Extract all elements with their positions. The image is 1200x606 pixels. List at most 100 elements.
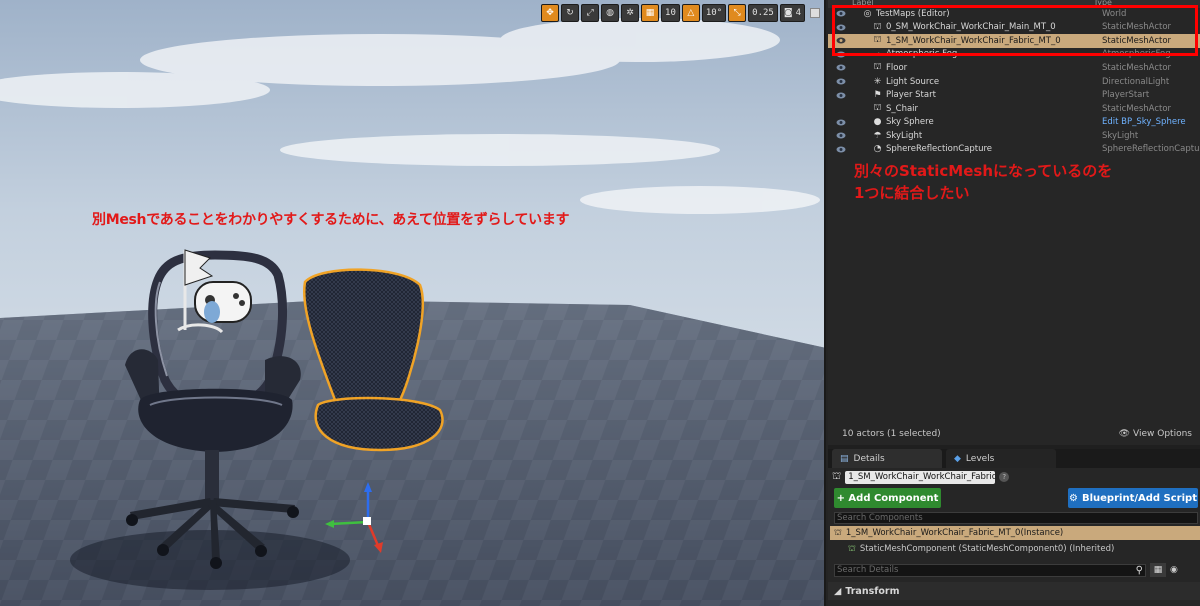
viewport-annotation: 別Meshであることをわかりやすくするために、あえて位置をずらしています xyxy=(92,212,570,228)
search-icon[interactable]: ⚲ xyxy=(1136,565,1143,576)
rotation-snap-toggle[interactable]: △ xyxy=(681,4,700,22)
outliner-row-type: StaticMeshActor xyxy=(1102,35,1172,46)
static-mesh-icon: ⛫ xyxy=(873,21,882,32)
outliner-row[interactable]: ⛫ S_Chair StaticMeshActor xyxy=(828,102,1200,116)
visibility-eye-icon[interactable] xyxy=(836,132,846,139)
outliner-row-label: Floor xyxy=(886,62,908,73)
outliner-row[interactable]: ◔ SphereReflectionCapture SphereReflection… xyxy=(828,143,1200,157)
camera-speed-button[interactable]: ◙ 4 xyxy=(779,4,805,22)
blueprint-add-script-label: Blueprint/Add Script xyxy=(1081,492,1197,504)
player-start-icon: ⚑ xyxy=(873,90,882,101)
outliner-row-type: StaticMeshActor xyxy=(1102,103,1172,114)
annotation-line-2: 1つに結合したい xyxy=(854,184,970,202)
coordinate-space-button[interactable]: ◍ xyxy=(601,4,620,22)
collapse-arrow-icon: ◢ xyxy=(834,585,842,597)
edit-blueprint-link[interactable]: Edit BP_Sky_Sphere xyxy=(1102,117,1186,127)
world-outliner: Label Type ◎ TestMaps (Editor) World ⛫ 0_SM_… xyxy=(828,0,1200,445)
static-mesh-component-icon: ⛫ xyxy=(848,543,856,554)
visibility-eye-icon[interactable] xyxy=(836,146,846,153)
actor-count: 10 actors (1 selected) xyxy=(842,429,941,439)
outliner-row[interactable]: ☂ SkyLight SkyLight xyxy=(828,129,1200,143)
view-options-label: View Options xyxy=(1133,429,1192,439)
eye-icon[interactable]: ◉ xyxy=(1170,565,1178,575)
outliner-row-type: AtmosphericFog xyxy=(1102,49,1171,60)
outliner-row-label: 1_SM_WorkChair_WorkChair_Fabric_MT_0 xyxy=(886,35,1061,46)
scale-snap-toggle[interactable]: ⤡ xyxy=(728,4,747,22)
outliner-row[interactable]: ⛫ Floor StaticMeshActor xyxy=(828,61,1200,75)
grid-icon: ▦ xyxy=(645,8,655,18)
move-icon: ✥ xyxy=(546,8,554,18)
search-details-placeholder: Search Details xyxy=(837,564,899,575)
outliner-row-label: Atmospheric Fog xyxy=(886,49,958,60)
tab-details[interactable]: ▤ Details xyxy=(832,449,942,468)
camera-icon: ◙ xyxy=(783,8,793,18)
scale-snap-icon: ⤡ xyxy=(733,8,741,18)
outliner-row[interactable]: ⛫ 1_SM_WorkChair_WorkChair_Fabric_MT_0 Sta… xyxy=(828,34,1200,48)
surface-snap-button[interactable]: ✲ xyxy=(621,4,640,22)
globe-icon: ◍ xyxy=(606,8,614,18)
view-options-button[interactable]: 👁 View Options xyxy=(1119,429,1192,439)
visibility-eye-icon[interactable] xyxy=(836,51,846,58)
viewport-toolbar: ✥ ↻ ⤢ ◍ ✲ ▦ 10 △ 10° ⤡ 0.25 ◙ 4 xyxy=(541,4,820,22)
outliner-row-label: S_Chair xyxy=(886,103,919,114)
outliner-row[interactable]: ● Sky Sphere Edit BP_Sky_Sphere xyxy=(828,115,1200,129)
component-row[interactable]: ⛫ StaticMeshComponent (StaticMeshCompone… xyxy=(828,540,1200,558)
tab-levels[interactable]: ◆ Levels xyxy=(946,449,1056,468)
levels-icon: ◆ xyxy=(954,453,961,464)
eye-icon: 👁 xyxy=(1118,429,1131,439)
blueprint-add-script-button[interactable]: ⚙ Blueprint/Add Script xyxy=(1068,488,1198,508)
level-viewport[interactable]: ✥ ↻ ⤢ ◍ ✲ ▦ 10 △ 10° ⤡ 0.25 ◙ 4 別Meshであるこ… xyxy=(0,0,826,606)
visibility-eye-icon[interactable] xyxy=(836,78,846,85)
details-tabs: ▤ Details ◆ Levels xyxy=(828,449,1200,468)
grid-snap-value[interactable]: 10 xyxy=(661,4,680,22)
lock-icon[interactable]: ? xyxy=(999,472,1010,482)
scale-tool-button[interactable]: ⤢ xyxy=(581,4,600,22)
outliner-row-label: Player Start xyxy=(886,90,936,101)
outliner-row-type: StaticMeshActor xyxy=(1102,22,1172,33)
outliner-row[interactable]: ◎ TestMaps (Editor) World xyxy=(828,7,1200,21)
actor-name-field[interactable]: 1_SM_WorkChair_WorkChair_Fabric xyxy=(845,470,996,484)
tab-levels-label: Levels xyxy=(965,453,995,464)
visibility-eye-icon[interactable] xyxy=(836,92,846,99)
visibility-eye-icon[interactable] xyxy=(836,24,846,31)
grid-snap-toggle[interactable]: ▦ xyxy=(641,4,660,22)
maximize-viewport-icon[interactable] xyxy=(810,8,820,18)
grid-view-icon: ▦ xyxy=(1153,565,1163,575)
rotate-icon: ↻ xyxy=(566,8,574,18)
scale-icon: ⤢ xyxy=(586,8,594,18)
static-mesh-icon: ⛫ xyxy=(832,470,842,482)
outliner-row[interactable]: ⛫ 0_SM_WorkChair_WorkChair_Main_MT_0 Stati… xyxy=(828,21,1200,35)
outliner-row-type: World xyxy=(1102,8,1127,19)
search-components-input[interactable]: Search Components xyxy=(834,512,1198,524)
outliner-row[interactable]: ✳ Light Source DirectionalLight xyxy=(828,75,1200,89)
property-matrix-button[interactable]: ▦ xyxy=(1150,563,1166,577)
outliner-row-label: SphereReflectionCapture xyxy=(886,144,993,155)
visibility-eye-icon[interactable] xyxy=(836,119,846,126)
outliner-row[interactable]: ☁ Atmospheric Fog AtmosphericFog xyxy=(828,48,1200,62)
transform-section-header[interactable]: ◢ Transform xyxy=(828,582,1200,600)
add-component-button[interactable]: + Add Component xyxy=(834,488,941,508)
editor-side-panel: Label Type ◎ TestMaps (Editor) World ⛫ 0_SM_… xyxy=(828,0,1200,606)
viewport-scene[interactable] xyxy=(0,0,826,606)
rotation-snap-value[interactable]: 10° xyxy=(701,4,727,22)
static-mesh-icon: ⛫ xyxy=(873,103,882,114)
blueprint-icon: ⚙ xyxy=(1069,492,1078,504)
panel-annotation: 別々のStaticMeshになっているのを 1つに結合したい xyxy=(854,160,1112,204)
translate-tool-button[interactable]: ✥ xyxy=(541,4,560,22)
scale-snap-value[interactable]: 0.25 xyxy=(748,4,778,22)
outliner-row-label: 0_SM_WorkChair_WorkChair_Main_MT_0 xyxy=(886,22,1056,33)
visibility-eye-icon[interactable] xyxy=(836,10,846,17)
details-icon: ▤ xyxy=(840,453,849,464)
surface-snap-icon: ✲ xyxy=(626,8,634,18)
visibility-eye-icon[interactable] xyxy=(836,64,846,71)
world-icon: ◎ xyxy=(863,8,872,19)
outliner-row[interactable]: ⚑ Player Start PlayerStart xyxy=(828,88,1200,102)
details-panel: ▤ Details ◆ Levels ⛫ 1_SM_WorkChair_Work… xyxy=(828,449,1200,606)
outliner-row-label: Light Source xyxy=(886,76,940,87)
visibility-eye-icon[interactable] xyxy=(836,37,846,44)
fog-icon: ☁ xyxy=(873,49,882,60)
rotate-tool-button[interactable]: ↻ xyxy=(561,4,580,22)
outliner-row-label: SkyLight xyxy=(886,130,923,141)
search-details-input[interactable]: Search Details ⚲ xyxy=(834,563,1146,577)
instance-row[interactable]: ⛫ 1_SM_WorkChair_WorkChair_Fabric_MT_0(I… xyxy=(830,526,1200,540)
